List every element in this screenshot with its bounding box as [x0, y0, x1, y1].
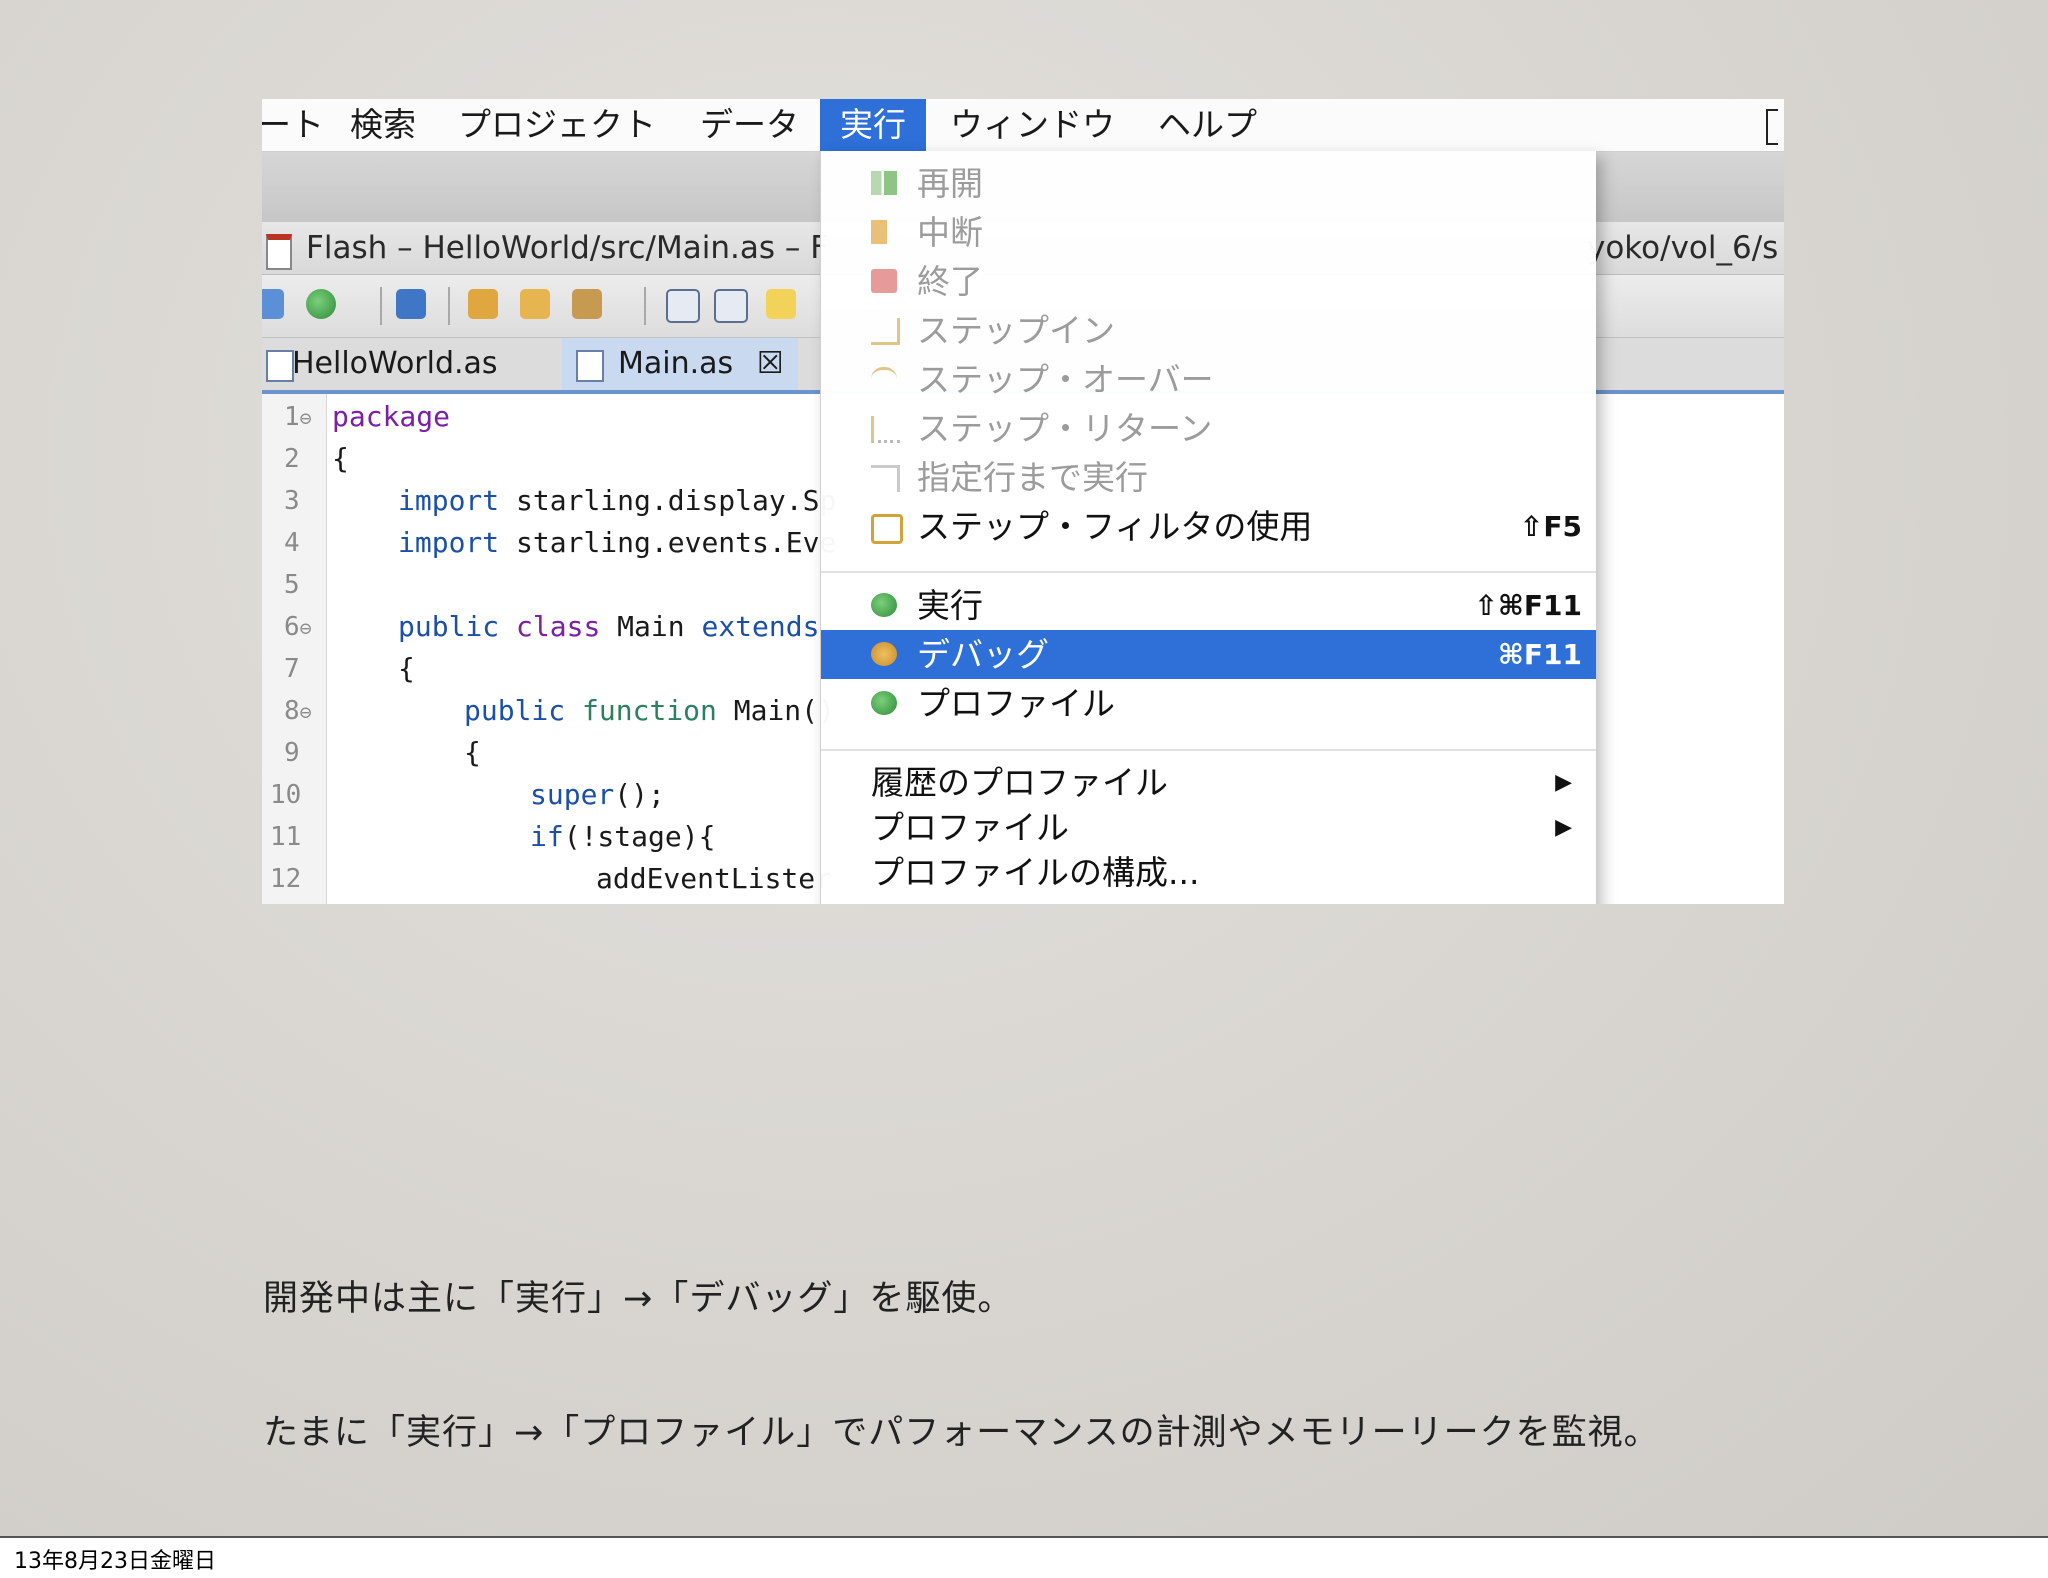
menu-item-profile-config[interactable]: プロファイルの構成...	[821, 851, 1596, 895]
resume-icon	[871, 171, 897, 195]
tab-label: HelloWorld.as	[292, 346, 498, 381]
footer-date: 13年8月23日金曜日	[14, 1549, 216, 1574]
open-type-icon[interactable]	[468, 289, 498, 319]
tab-helloworld[interactable]: HelloWorld.as	[262, 338, 498, 390]
window-title-path: yoko/vol_6/s	[1587, 230, 1779, 266]
menu-item-step-return[interactable]: ステップ・リターン	[821, 404, 1596, 453]
slide-background: ート 検索 プロジェクト データ 実行 ウィンドウ ヘルプ Flash – He…	[0, 0, 2048, 1536]
menu-item-suspend[interactable]: 中断	[821, 208, 1596, 257]
menu-item-help[interactable]: ヘルプ	[1158, 99, 1257, 151]
line-number: 9	[284, 738, 300, 768]
menu-item-edit[interactable]: ート	[262, 99, 324, 151]
code-line: import starling.events.Eve	[398, 526, 837, 559]
footer-bar	[0, 1536, 2048, 1578]
toolbar-separator	[644, 287, 646, 325]
menu-item-step-over[interactable]: ステップ・オーバー	[821, 355, 1596, 404]
outline-icon[interactable]	[666, 289, 700, 323]
line-number-gutter: 1⊖ 2 3 4 5 6⊖ 7 8⊖ 9 10 11 12	[262, 394, 327, 904]
menu-item-history-profile[interactable]: 履歴のプロファイル ▶	[821, 761, 1596, 805]
export-icon[interactable]	[396, 289, 426, 319]
step-over-icon	[871, 367, 897, 394]
line-number: 4	[284, 528, 300, 558]
shortcut-label: ⇧F5	[1519, 510, 1582, 543]
menu-item-step-into[interactable]: ステップイン	[821, 306, 1596, 355]
code-line: import starling.display.Sp	[398, 484, 837, 517]
run-icon	[871, 593, 897, 617]
window-title: Flash – HelloWorld/src/Main.as – F	[306, 230, 829, 266]
step-return-icon	[871, 416, 900, 443]
line-number: 1⊖	[284, 402, 312, 432]
line-number: 7	[284, 654, 300, 684]
menu-item-project[interactable]: プロジェクト	[458, 99, 656, 151]
code-line: super();	[530, 778, 665, 811]
menu-item-debug[interactable]: デバッグ ⌘F11	[821, 630, 1596, 679]
close-icon[interactable]: ☒	[757, 346, 784, 381]
code-text: {	[332, 442, 349, 475]
menu-item-terminate[interactable]: 終了	[821, 257, 1596, 306]
highlight-icon[interactable]	[766, 289, 796, 319]
menu-item-run[interactable]: 実行	[820, 99, 926, 151]
line-number: 8⊖	[284, 696, 312, 726]
code-line: public function Main()	[464, 694, 835, 727]
run-to-line-icon	[871, 465, 900, 492]
line-number: 2	[284, 444, 300, 474]
tab-main[interactable]: Main.as ☒	[562, 338, 798, 390]
run-icon[interactable]	[306, 289, 336, 319]
open-folder-icon[interactable]	[520, 289, 550, 319]
terminate-icon	[871, 269, 897, 293]
edit-tool-icon[interactable]	[572, 289, 602, 319]
line-number: 6⊖	[284, 612, 312, 642]
debug-bug-icon	[871, 642, 897, 666]
menu-separator	[821, 571, 1596, 573]
menu-item-resume[interactable]: 再開	[821, 159, 1596, 208]
code-keyword: package	[332, 400, 451, 433]
flash-file-icon	[266, 234, 292, 270]
menu-item-data[interactable]: データ	[700, 99, 799, 151]
step-into-icon	[871, 318, 900, 345]
show-whitespace-icon[interactable]	[714, 289, 748, 323]
menu-item-window[interactable]: ウィンドウ	[950, 99, 1115, 151]
menu-item-step-filter[interactable]: ステップ・フィルタの使用 ⇧F5	[821, 502, 1596, 551]
code-line: if(!stage){	[530, 820, 716, 853]
submenu-arrow-icon: ▶	[1555, 770, 1572, 795]
step-filter-icon	[871, 514, 903, 544]
menu-item-search[interactable]: 検索	[350, 99, 416, 151]
file-icon	[266, 350, 294, 382]
code-text: {	[398, 652, 415, 685]
menu-item-profile[interactable]: プロファイル	[821, 679, 1596, 728]
toolbar-separator	[380, 287, 382, 325]
code-line: public class Main extends	[398, 610, 820, 643]
shortcut-label: ⇧⌘F11	[1474, 589, 1582, 622]
menu-bar-edge-icon	[1766, 109, 1778, 145]
submenu-arrow-icon: ▶	[1555, 815, 1572, 840]
tab-label: Main.as	[618, 346, 734, 381]
line-number: 3	[284, 486, 300, 516]
run-dropdown-menu: 再開 中断 終了 ステップイン ステップ・オーバー ステップ・リターン 指定行ま…	[820, 151, 1596, 904]
ide-screenshot: ート 検索 プロジェクト データ 実行 ウィンドウ ヘルプ Flash – He…	[262, 99, 1784, 904]
caption-line-1: 開発中は主に「実行」→「デバッグ」を駆使。	[263, 1279, 1014, 1319]
code-text: addEventLister	[596, 862, 833, 895]
menu-item-profile-submenu[interactable]: プロファイル ▶	[821, 806, 1596, 850]
menu-item-run-launch[interactable]: 実行 ⇧⌘F11	[821, 581, 1596, 630]
menu-item-run-to-line[interactable]: 指定行まで実行	[821, 453, 1596, 502]
file-icon	[576, 350, 604, 382]
toolbar-separator	[448, 287, 450, 325]
shortcut-label: ⌘F11	[1497, 638, 1582, 671]
menu-bar: ート 検索 プロジェクト データ 実行 ウィンドウ ヘルプ	[262, 99, 1784, 152]
profile-icon	[871, 691, 897, 715]
new-icon[interactable]	[262, 289, 284, 319]
line-number: 5	[284, 570, 300, 600]
menu-separator	[821, 749, 1596, 751]
line-number: 11	[270, 822, 302, 852]
line-number: 10	[270, 780, 302, 810]
code-text: {	[464, 736, 481, 769]
suspend-icon	[871, 220, 887, 244]
line-number: 12	[270, 864, 302, 894]
caption-line-2: たまに「実行」→「プロファイル」でパフォーマンスの計測やメモリーリークを監視。	[263, 1413, 1660, 1453]
